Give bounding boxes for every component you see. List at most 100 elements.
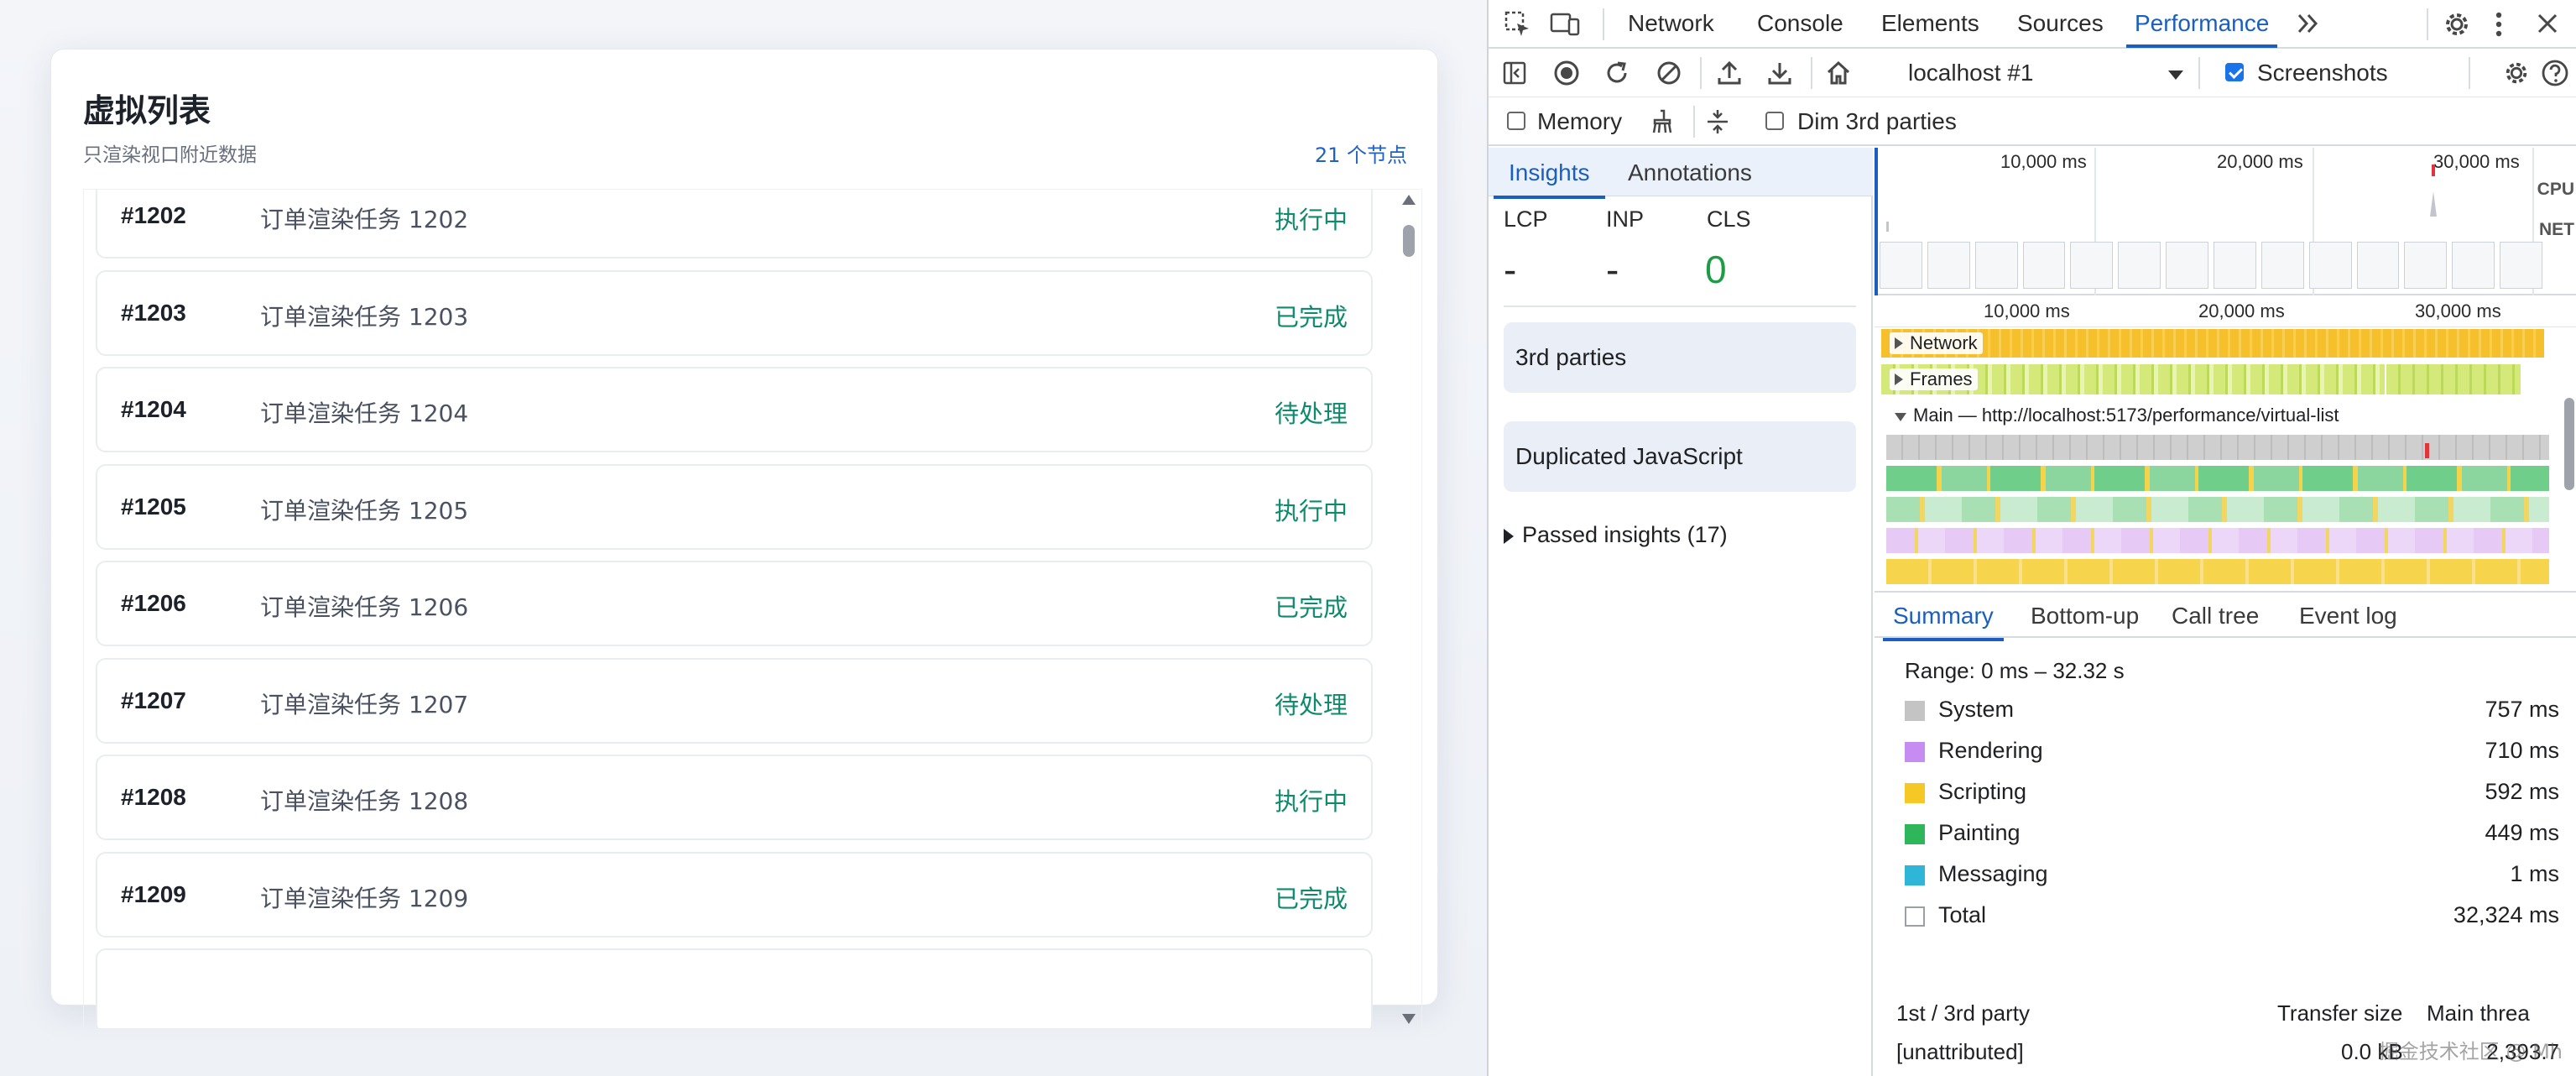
download-icon[interactable] [1765,59,1794,87]
flame-row-painting[interactable] [1886,497,2549,522]
device-toolbar-icon[interactable] [1549,10,1581,44]
scroll-thumb[interactable] [2564,398,2574,490]
list-item[interactable]: #1206 订单渲染任务 1206 已完成 [96,561,1373,646]
flame-row-scripting[interactable] [1886,559,2549,584]
home-icon[interactable] [1824,59,1853,87]
screenshot-thumb[interactable] [2214,242,2256,289]
list-item[interactable]: #1207 订单渲染任务 1207 待处理 [96,657,1373,744]
summary-category: Total [1938,902,1987,927]
kebab-menu-icon[interactable] [2492,9,2506,44]
garbage-collect-broom-icon[interactable] [1648,107,1676,136]
col-party[interactable]: 1st / 3rd party [1896,1000,2030,1026]
overview-tick: 30,000 ms [2433,151,2520,172]
details-tabs: Summary Bottom-up Call tree Event log [1875,593,2576,641]
track-frames[interactable]: Frames [1890,368,1978,390]
list-scrollbar[interactable] [1396,190,1421,1028]
insight-duplicated-javascript[interactable]: Duplicated JavaScript [1504,421,1856,492]
scroll-thumb[interactable] [1403,225,1415,257]
dim-3rd-parties-checkbox[interactable] [1765,112,1784,130]
memory-checkbox[interactable] [1507,112,1525,130]
screenshot-thumb[interactable] [1974,242,2018,289]
metric-inp-value: - [1606,248,1619,291]
screenshot-thumb[interactable] [2022,242,2066,289]
record-icon[interactable] [1552,59,1581,87]
task-id: #1209 [121,880,186,907]
tab-event-log[interactable]: Event log [2299,603,2397,629]
flame-row-rendering[interactable] [1886,528,2549,553]
help-icon[interactable] [2541,59,2569,87]
overview-selection-handle[interactable] [1875,148,1878,295]
chevron-down-icon[interactable] [2168,71,2183,80]
dim-3rd-parties-label[interactable]: Dim 3rd parties [1797,108,1957,135]
track-frames-label: Frames [1910,368,1973,389]
tab-sources[interactable]: Sources [2017,10,2104,37]
passed-insights-toggle[interactable]: Passed insights (17) [1504,522,1728,548]
tab-performance[interactable]: Performance [2125,10,2278,48]
gear-icon[interactable] [2442,9,2472,44]
screenshot-thumb[interactable] [2500,242,2543,289]
screenshot-thumb[interactable] [1880,242,1922,289]
scroll-up-icon[interactable] [1402,195,1416,205]
toggle-sidebar-icon[interactable] [1500,59,1529,87]
list-item[interactable]: #1205 订单渲染任务 1205 执行中 [96,463,1373,550]
summary-row: Painting 449 ms [1905,818,2559,852]
tab-insights[interactable]: Insights [1494,159,1604,199]
frames-track-band[interactable] [2386,364,2521,394]
upload-icon[interactable] [1715,59,1744,87]
list-item[interactable]: #1202 订单渲染任务 1202 执行中 [96,190,1373,259]
col-transfer-size[interactable]: Transfer size [2277,1000,2402,1026]
list-item[interactable] [96,948,1373,1028]
tab-call-tree[interactable]: Call tree [2172,603,2259,629]
performance-toolbar: localhost #1 Screenshots [1489,49,2576,97]
summary-range: Range: 0 ms – 32.32 s [1905,658,2125,683]
separator [1700,57,1702,89]
capture-settings-gear-icon[interactable] [2502,59,2531,87]
tab-summary[interactable]: Summary [1883,603,2004,641]
inspect-element-icon[interactable] [1504,10,1532,44]
tab-bottom-up[interactable]: Bottom-up [2031,603,2139,629]
virtual-list-viewport[interactable]: #1202 订单渲染任务 1202 执行中 #1203 订单渲染任务 1203 已完成 #1… [83,189,1422,1028]
screenshot-thumb[interactable] [2261,242,2304,289]
timeline-overview[interactable]: 10,000 ms 20,000 ms 30,000 ms CPU NET [1875,148,2576,295]
tab-network[interactable]: Network [1628,10,1714,37]
screenshot-thumb[interactable] [2308,242,2352,289]
scroll-down-icon[interactable] [1402,1014,1416,1024]
timeline-area[interactable]: 10,000 ms 20,000 ms 30,000 ms CPU NET 10… [1875,148,2576,591]
flame-row-painting[interactable] [1886,466,2549,491]
screenshots-strip[interactable] [1880,242,2543,289]
clear-icon[interactable] [1655,59,1683,87]
list-item[interactable]: #1209 订单渲染任务 1209 已完成 [96,851,1373,938]
reload-record-icon[interactable] [1603,59,1631,87]
list-item[interactable]: #1203 订单渲染任务 1203 已完成 [96,269,1373,356]
tab-console[interactable]: Console [1757,10,1843,37]
third-party-table-header: 1st / 3rd party Transfer size Main threa [1896,1000,2559,1034]
color-swatch [1905,906,1925,927]
tab-annotations[interactable]: Annotations [1628,159,1752,186]
double-chevron-right-icon[interactable] [2296,10,2321,42]
insight-3rd-parties[interactable]: 3rd parties [1504,322,1856,393]
screenshots-label[interactable]: Screenshots [2257,60,2388,86]
close-icon[interactable] [2534,10,2561,42]
status-badge: 待处理 [1274,400,1348,428]
screenshot-thumb[interactable] [2070,242,2114,289]
memory-label[interactable]: Memory [1537,108,1622,135]
screenshot-thumb[interactable] [2118,242,2161,289]
track-network[interactable]: Network [1890,332,1983,354]
timeline-scrollbar[interactable] [2559,297,2576,591]
screenshot-thumb[interactable] [2452,242,2495,289]
screenshot-thumb[interactable] [2356,242,2400,289]
flame-row-system[interactable] [1886,435,2549,460]
target-select[interactable]: localhost #1 [1908,60,2033,86]
screenshot-thumb[interactable] [1927,242,1970,289]
collapse-tracks-icon[interactable] [1703,107,1732,136]
screenshot-thumb[interactable] [2166,242,2209,289]
screenshots-checkbox[interactable] [2225,63,2244,81]
tab-elements[interactable]: Elements [1881,10,1979,37]
main-flamechart[interactable] [1886,435,2549,590]
track-main[interactable]: Main — http://localhost:5173/performance… [1890,405,2344,426]
col-main-thread[interactable]: Main threa [2427,1000,2530,1026]
metric-cls-label: CLS [1707,206,1751,232]
list-item[interactable]: #1204 订单渲染任务 1204 待处理 [96,367,1373,452]
screenshot-thumb[interactable] [2404,242,2448,289]
list-item[interactable]: #1208 订单渲染任务 1208 执行中 [96,755,1373,840]
